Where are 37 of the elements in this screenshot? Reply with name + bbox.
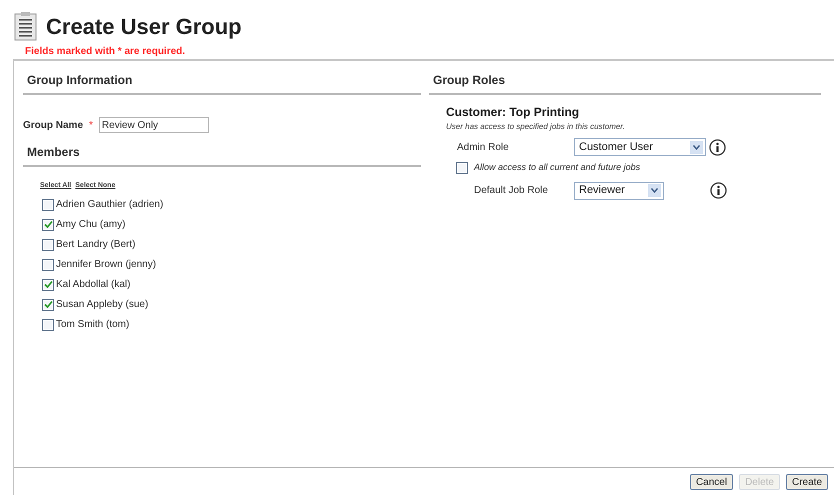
member-name: Bert Landry (Bert) — [56, 238, 136, 252]
group-name-field[interactable]: Review Only — [98, 117, 209, 133]
member-name: Amy Chu (amy) — [56, 218, 126, 232]
section-heading: Group Roles — [429, 71, 821, 95]
member-name: Susan Appleby (sue) — [56, 298, 148, 312]
customer-note: User has access to specified jobs in this customer. — [446, 121, 626, 133]
checkbox-label: Allow access to all current and future jobs — [474, 161, 640, 174]
caret-icon — [690, 140, 703, 154]
checkbox[interactable] — [42, 198, 54, 210]
notepad-icon — [14, 11, 38, 41]
required-note: Fields marked with * are required. — [24, 45, 186, 59]
page-title: Create User Group — [46, 12, 242, 41]
member-name: Kal Abdollal (kal) — [56, 278, 130, 292]
customer-heading: Customer: Top Printing — [446, 104, 580, 121]
checkbox[interactable] — [42, 298, 54, 310]
field-label: Admin Role — [457, 140, 510, 154]
section-heading: Members — [23, 143, 421, 167]
member-name: Tom Smith (tom) — [56, 318, 130, 332]
checkbox[interactable] — [42, 258, 54, 270]
info-icon[interactable] — [709, 138, 726, 156]
checkbox[interactable] — [42, 238, 54, 250]
member-name: Adrien Gauthier (adrien) — [56, 198, 164, 212]
dropdown[interactable]: Reviewer — [574, 182, 664, 200]
checkbox[interactable] — [42, 278, 54, 290]
member-name: Jennifer Brown (jenny) — [56, 258, 156, 272]
required-mark: * — [89, 118, 93, 132]
caret-icon — [648, 184, 661, 197]
checkbox[interactable] — [42, 318, 54, 330]
section-heading: Group Information — [23, 71, 421, 95]
field-label: Default Job Role — [474, 184, 549, 198]
action-button[interactable]: Create — [786, 474, 828, 490]
info-icon[interactable] — [710, 182, 727, 199]
dropdown[interactable]: Customer User — [574, 138, 706, 156]
action-button[interactable]: Cancel — [690, 474, 734, 490]
field-label: Group Name — [23, 118, 84, 132]
checkbox[interactable] — [456, 162, 468, 174]
checkbox[interactable] — [42, 218, 54, 230]
